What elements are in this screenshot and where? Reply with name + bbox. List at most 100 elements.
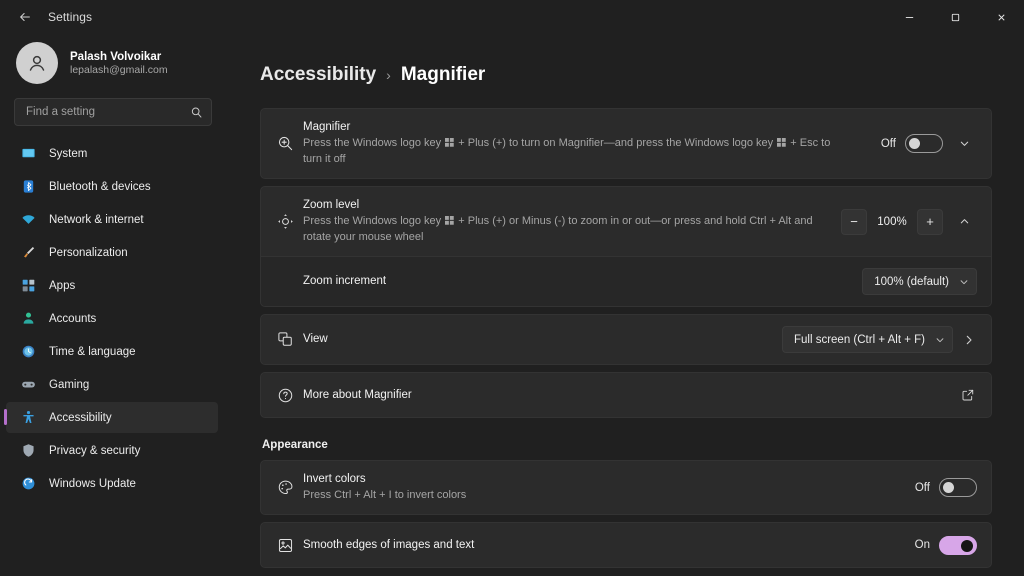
zoom-move-icon [277,213,303,230]
gamepad-icon [20,376,37,393]
zoom-decrease-button[interactable]: − [841,209,867,235]
search-icon [190,106,203,119]
smooth-edges-toggle-group: On [915,536,977,555]
zoom-level-description: Press the Windows logo key + Plus (+) or… [303,214,827,245]
clock-icon [20,343,37,360]
accounts-icon [20,310,37,327]
sidebar-item-label: Bluetooth & devices [49,181,151,193]
sidebar-item-label: Personalization [49,247,128,259]
view-card: View Full screen (Ctrl + Alt + F) [260,314,992,365]
smooth-edges-row[interactable]: Smooth edges of images and text On [261,523,991,567]
breadcrumb: Accessibility › Magnifier [260,34,992,108]
sidebar-item-accounts[interactable]: Accounts [6,303,218,334]
sidebar-item-label: Accounts [49,313,96,325]
more-about-card: More about Magnifier [260,372,992,418]
apps-icon [20,277,37,294]
smooth-edges-title: Smooth edges of images and text [303,538,901,553]
chevron-down-icon[interactable] [951,131,977,157]
magnifier-plus-icon [277,135,303,152]
zoom-increase-button[interactable]: + [917,209,943,235]
help-circle-icon [277,387,303,404]
close-button[interactable] [978,0,1024,34]
avatar [16,42,58,84]
sidebar: Palash Volvoikar lepalash@gmail.com Find… [0,34,228,576]
external-link-icon[interactable] [961,388,977,402]
back-button[interactable] [8,2,42,32]
accessibility-icon [20,409,37,426]
search-container: Find a setting [0,98,228,136]
invert-colors-row[interactable]: Invert colors Press Ctrl + Alt + I to in… [261,461,991,514]
palette-icon [277,479,303,496]
smooth-edges-toggle[interactable] [939,536,977,555]
paintbrush-icon [20,244,37,261]
view-value: Full screen (Ctrl + Alt + F) [794,334,925,346]
zoom-increment-value: 100% (default) [874,276,949,288]
magnifier-row[interactable]: Magnifier Press the Windows logo key + P… [261,109,991,178]
sidebar-item-privacy-security[interactable]: Privacy & security [6,435,218,466]
invert-colors-description: Press Ctrl + Alt + I to invert colors [303,488,843,503]
more-about-title: More about Magnifier [303,388,947,403]
sidebar-item-time-language[interactable]: Time & language [6,336,218,367]
sidebar-item-label: Apps [49,280,75,292]
magnifier-description: Press the Windows logo key + Plus (+) to… [303,136,843,167]
shield-icon [20,442,37,459]
sidebar-item-label: System [49,148,87,160]
network-icon [20,211,37,228]
chevron-down-icon [935,335,945,345]
navigation-list: System Bluetooth & devices Network & int… [0,136,228,499]
maximize-button[interactable] [932,0,978,34]
magnifier-card: Magnifier Press the Windows logo key + P… [260,108,992,179]
sidebar-item-windows-update[interactable]: Windows Update [6,468,218,499]
magnifier-title: Magnifier [303,120,867,135]
minimize-button[interactable] [886,0,932,34]
sidebar-item-label: Privacy & security [49,445,140,457]
search-input[interactable]: Find a setting [14,98,212,126]
zoom-increment-title: Zoom increment [303,274,848,289]
zoom-level-card: Zoom level Press the Windows logo key + … [260,186,992,307]
account-name: Palash Volvoikar [70,51,168,63]
system-icon [20,145,37,162]
view-dropdown[interactable]: Full screen (Ctrl + Alt + F) [782,326,953,353]
view-row[interactable]: View Full screen (Ctrl + Alt + F) [261,315,991,364]
windows-logo-glyph [777,137,786,152]
title-bar: Settings [0,0,1024,34]
chevron-right-icon[interactable] [961,334,977,346]
windows-logo-glyph [445,215,454,230]
zoom-level-row[interactable]: Zoom level Press the Windows logo key + … [261,187,991,256]
sidebar-item-apps[interactable]: Apps [6,270,218,301]
sidebar-item-bluetooth-devices[interactable]: Bluetooth & devices [6,171,218,202]
invert-colors-card: Invert colors Press Ctrl + Alt + I to in… [260,460,992,515]
update-icon [20,475,37,492]
zoom-increment-row[interactable]: Zoom increment 100% (default) [261,256,991,306]
search-placeholder: Find a setting [26,106,190,118]
sidebar-item-accessibility[interactable]: Accessibility [6,402,218,433]
more-about-row[interactable]: More about Magnifier [261,373,991,417]
zoom-level-value: 100% [875,216,909,228]
content-scroller[interactable]: Accessibility › Magnifier [228,34,1024,576]
breadcrumb-parent[interactable]: Accessibility [260,64,376,86]
sidebar-item-network-internet[interactable]: Network & internet [6,204,218,235]
sidebar-item-label: Windows Update [49,478,136,490]
smooth-edges-card: Smooth edges of images and text On [260,522,992,568]
invert-colors-toggle-group: Off [915,478,977,497]
zoom-level-title: Zoom level [303,198,827,213]
view-windows-icon [277,331,303,348]
chevron-right-icon: › [386,67,391,83]
sidebar-item-system[interactable]: System [6,138,218,169]
account-section[interactable]: Palash Volvoikar lepalash@gmail.com [0,34,228,98]
magnifier-toggle-label: Off [881,138,896,150]
sidebar-item-personalization[interactable]: Personalization [6,237,218,268]
window-controls [886,0,1024,34]
chevron-up-icon[interactable] [951,209,977,235]
magnifier-toggle[interactable] [905,134,943,153]
magnifier-toggle-group: Off [881,134,943,153]
view-title: View [303,332,768,347]
zoom-increment-dropdown[interactable]: 100% (default) [862,268,977,295]
image-icon [277,537,303,554]
sidebar-item-gaming[interactable]: Gaming [6,369,218,400]
sidebar-item-label: Gaming [49,379,89,391]
window-body: Palash Volvoikar lepalash@gmail.com Find… [0,34,1024,576]
settings-window: Settings P [0,0,1024,576]
windows-logo-glyph [445,137,454,152]
invert-colors-toggle[interactable] [939,478,977,497]
